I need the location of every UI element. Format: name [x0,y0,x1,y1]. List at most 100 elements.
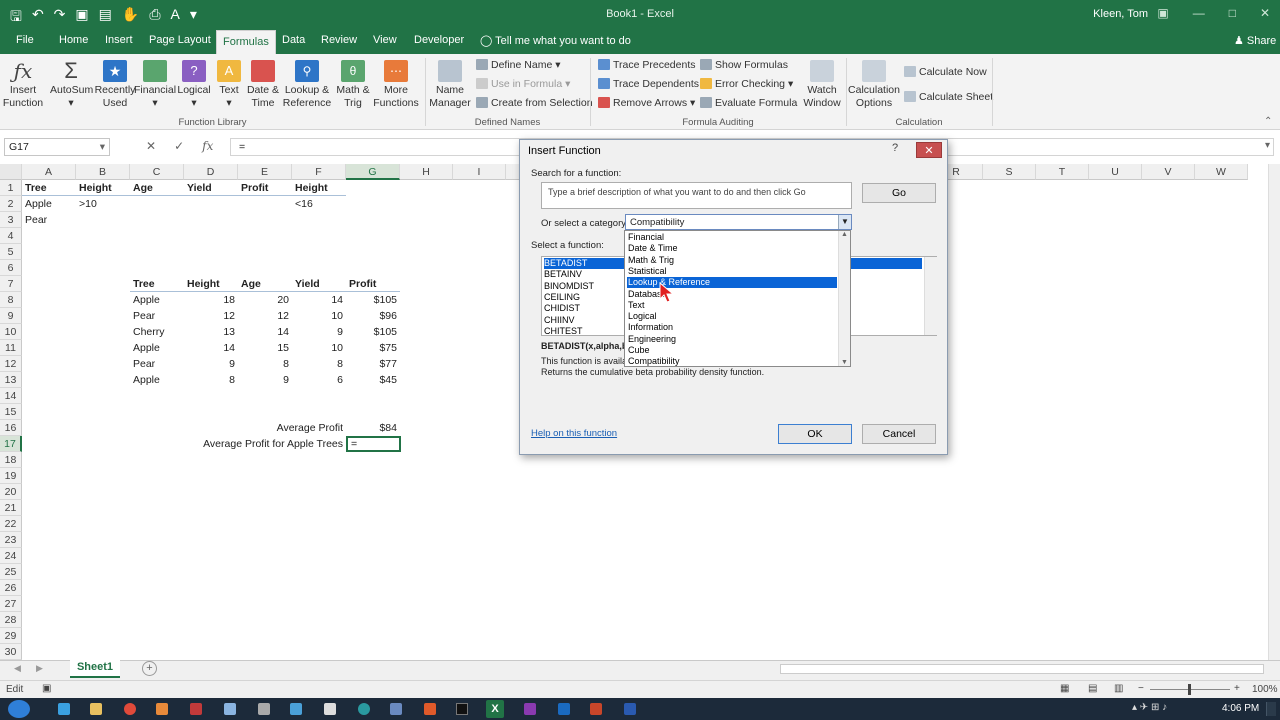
row-header-12[interactable]: 12 [0,356,22,372]
more-functions-button[interactable]: ⋯ More Functions [372,60,420,110]
cell-E12[interactable]: 8 [238,356,292,372]
function-item[interactable]: CEILING [544,292,624,303]
calculate-sheet-button[interactable]: Calculate Sheet [904,91,993,103]
cell-C9[interactable]: Pear [130,308,184,324]
date-time-button[interactable]: Date & Time [244,60,282,110]
cell-E13[interactable]: 9 [238,372,292,388]
cell-C7[interactable]: Tree [130,276,184,292]
zoom-in-icon[interactable]: + [1234,683,1240,694]
row-header-19[interactable]: 19 [0,468,22,484]
row-header-6[interactable]: 6 [0,260,22,276]
row-header-18[interactable]: 18 [0,452,22,468]
cell-F17-label[interactable]: Average Profit for Apple Trees [130,436,346,452]
cell-F10[interactable]: 9 [292,324,346,340]
cell-D11[interactable]: 14 [184,340,238,356]
zoom-level[interactable]: 100% [1252,684,1278,695]
row-header-16[interactable]: 16 [0,420,22,436]
app-icon-orange[interactable] [424,703,436,715]
cell-G7[interactable]: Profit [346,276,400,292]
app-icon-red[interactable] [190,703,202,715]
math-trig-button[interactable]: θ Math & Trig [334,60,372,110]
cell-G16[interactable]: $84 [346,420,400,436]
tab-insert[interactable]: Insert [105,34,133,46]
cell-E11[interactable]: 15 [238,340,292,356]
cell-F2[interactable]: <16 [292,196,346,212]
ribbon-display-icon[interactable]: ▣ [1157,6,1168,20]
dialog-close-icon[interactable]: ✕ [916,142,942,158]
cell-F11[interactable]: 10 [292,340,346,356]
cell-F1[interactable]: Height [292,180,346,196]
chrome-icon[interactable] [124,703,136,715]
maximize-icon[interactable]: □ [1229,6,1236,20]
row-header-9[interactable]: 9 [0,308,22,324]
category-option[interactable]: Financial [627,232,837,243]
tab-page-layout[interactable]: Page Layout [149,34,211,46]
close-window-icon[interactable]: ✕ [1260,6,1270,20]
page-layout-view-icon[interactable]: ▤ [1088,683,1097,694]
tab-developer[interactable]: Developer [414,34,464,46]
category-option[interactable]: Statistical [627,266,837,277]
column-header-H[interactable]: H [400,164,453,180]
row-header-25[interactable]: 25 [0,564,22,580]
lookup-reference-button[interactable]: ⚲ Lookup & Reference [282,60,332,110]
onenote-icon[interactable] [524,703,536,715]
cell-C12[interactable]: Pear [130,356,184,372]
tab-formulas[interactable]: Formulas [216,30,276,54]
app-icon-gray[interactable] [258,703,270,715]
row-header-4[interactable]: 4 [0,228,22,244]
cell-G10[interactable]: $105 [346,324,400,340]
autosum-button[interactable]: Σ AutoSum ▾ [50,60,93,110]
zoom-out-icon[interactable]: − [1138,683,1144,694]
user-name[interactable]: Kleen, Tom [1093,8,1148,20]
cell-D13[interactable]: 8 [184,372,238,388]
cell-E1[interactable]: Profit [238,180,292,196]
cell-G11[interactable]: $75 [346,340,400,356]
column-header-C[interactable]: C [130,164,184,180]
cell-B1[interactable]: Height [76,180,130,196]
tab-review[interactable]: Review [321,34,357,46]
evaluate-formula-button[interactable]: Evaluate Formula [700,97,797,109]
help-on-function-link[interactable]: Help on this function [531,428,617,439]
show-desktop-button[interactable] [1266,702,1276,716]
sheet-tab-sheet1[interactable]: Sheet1 [70,658,120,678]
category-option[interactable]: Math & Trig [627,255,837,266]
cell-F12[interactable]: 8 [292,356,346,372]
cell-B2[interactable]: >10 [76,196,130,212]
cancel-button[interactable]: Cancel [862,424,936,444]
name-manager-button[interactable]: Name Manager [428,60,472,110]
dropdown-scrollbar[interactable]: ▲ ▼ [838,231,850,366]
tab-view[interactable]: View [373,34,397,46]
dropdown-scroll-down-icon[interactable]: ▼ [839,359,850,366]
use-in-formula-button[interactable]: Use in Formula ▾ [476,78,570,90]
trace-dependents-button[interactable]: Trace Dependents [598,78,699,90]
app-icon-white[interactable] [324,703,336,715]
category-option[interactable]: Date & Time [627,243,837,254]
media-icon[interactable] [156,703,168,715]
cell-D7[interactable]: Height [184,276,238,292]
function-item[interactable]: BETAINV [544,269,624,280]
excel-taskbar-icon[interactable]: X [486,700,504,718]
cell-C1[interactable]: Age [130,180,184,196]
financial-button[interactable]: Financial ▾ [134,60,176,110]
dropdown-scroll-up-icon[interactable]: ▲ [839,231,850,238]
cell-D9[interactable]: 12 [184,308,238,324]
app-icon-light-blue[interactable] [290,703,302,715]
clock[interactable]: 4:06 PM [1222,703,1259,714]
row-header-28[interactable]: 28 [0,612,22,628]
dialog-help-icon[interactable]: ? [884,142,906,158]
column-header-F[interactable]: F [292,164,346,180]
ie-icon[interactable] [58,703,70,715]
explorer-icon[interactable] [90,703,102,715]
column-header-B[interactable]: B [76,164,130,180]
minimize-icon[interactable]: — [1193,6,1205,20]
insert-function-fx-icon[interactable]: fx [202,139,213,153]
normal-view-icon[interactable]: ▦ [1060,683,1069,694]
cell-F9[interactable]: 10 [292,308,346,324]
app-icon-indigo[interactable] [390,703,402,715]
enter-entry-icon[interactable]: ✓ [174,139,184,153]
collapse-ribbon-icon[interactable]: ⌃ [1264,116,1272,127]
cell-A2[interactable]: Apple [22,196,76,212]
cell-E7[interactable]: Age [238,276,292,292]
cell-D8[interactable]: 18 [184,292,238,308]
cell-D10[interactable]: 13 [184,324,238,340]
